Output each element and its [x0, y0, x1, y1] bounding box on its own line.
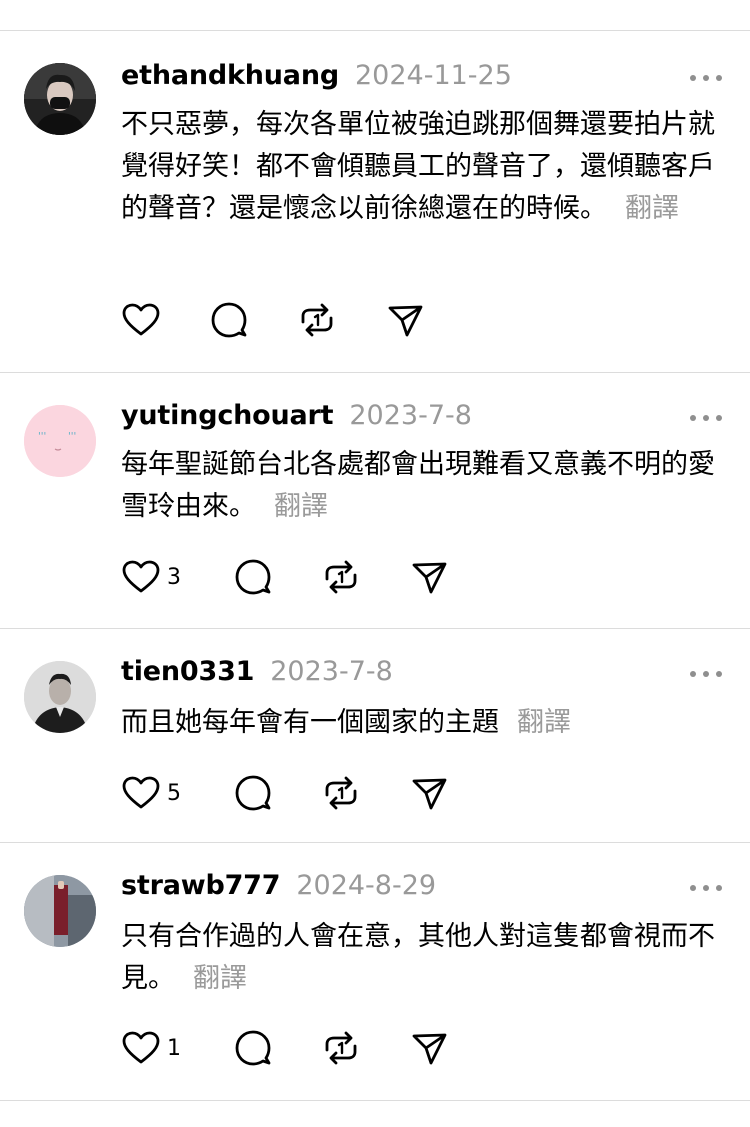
- post-header: yutingchouart 2023-7-8: [121, 400, 472, 440]
- send-icon: [388, 305, 423, 337]
- avatar-image: [24, 875, 96, 947]
- comment-icon: [235, 1030, 271, 1066]
- comment-post: strawb777 2024-8-29 只有合作過的人會在意，其他人對這隻都會視…: [0, 842, 750, 1100]
- reply-button[interactable]: [233, 555, 321, 599]
- comment-post: ethandkhuang 2024-11-25 不只惡夢，每次各單位被強迫跳那個…: [0, 30, 750, 372]
- svg-text:''': ''': [38, 431, 46, 442]
- username[interactable]: strawb777: [121, 870, 281, 901]
- avatar[interactable]: [24, 661, 96, 733]
- repost-button[interactable]: [321, 771, 409, 815]
- repost-button[interactable]: [297, 298, 385, 342]
- post-text-content: 而且她每年會有一個國家的主題: [121, 707, 499, 738]
- avatar[interactable]: [24, 63, 96, 135]
- post-text: 只有合作過的人會在意，其他人對這隻都會視而不見。 翻譯: [121, 916, 721, 1000]
- heart-icon: [122, 560, 160, 593]
- heart-icon: [122, 776, 160, 809]
- avatar-image: ''' ''': [24, 405, 96, 477]
- post-header: tien0331 2023-7-8: [121, 656, 393, 696]
- action-bar: 3: [121, 555, 469, 599]
- post-text: 每年聖誕節台北各處都會出現難看又意義不明的愛雪玲由來。 翻譯: [121, 444, 721, 528]
- more-icon[interactable]: [690, 68, 722, 88]
- share-button[interactable]: [385, 298, 445, 342]
- repost-button[interactable]: [321, 555, 409, 599]
- heart-icon: [122, 1031, 160, 1064]
- reply-button[interactable]: [233, 771, 321, 815]
- like-button[interactable]: 1: [121, 1026, 233, 1070]
- avatar[interactable]: ''' ''': [24, 405, 96, 477]
- post-header: ethandkhuang 2024-11-25: [121, 60, 512, 100]
- post-text-content: 每年聖誕節台北各處都會出現難看又意義不明的愛雪玲由來。: [121, 449, 715, 522]
- action-bar: 1: [121, 1026, 469, 1070]
- username[interactable]: ethandkhuang: [121, 60, 339, 91]
- post-text: 不只惡夢，每次各單位被強迫跳那個舞還要拍片就覺得好笑！都不會傾聽員工的聲音了，還…: [121, 104, 721, 230]
- heart-icon: [122, 303, 160, 336]
- more-icon[interactable]: [690, 408, 722, 428]
- translate-link[interactable]: 翻譯: [274, 491, 328, 522]
- translate-link[interactable]: 翻譯: [517, 707, 571, 738]
- post-date: 2024-11-25: [354, 60, 512, 91]
- comment-post: tien0331 2023-7-8 而且她每年會有一個國家的主題 翻譯 5: [0, 628, 750, 842]
- post-date: 2023-7-8: [349, 400, 472, 431]
- like-count: 3: [167, 564, 181, 590]
- like-button[interactable]: [121, 298, 209, 342]
- like-count: 5: [167, 780, 181, 806]
- post-date: 2024-8-29: [296, 870, 437, 901]
- avatar-image: [24, 63, 96, 135]
- post-divider: [0, 1100, 750, 1101]
- send-icon: [412, 562, 447, 594]
- reply-button[interactable]: [233, 1026, 321, 1070]
- share-button[interactable]: [409, 555, 469, 599]
- like-button[interactable]: 3: [121, 555, 233, 599]
- translate-link[interactable]: 翻譯: [625, 193, 679, 224]
- comment-icon: [235, 775, 271, 811]
- comment-icon: [211, 302, 247, 338]
- post-text: 而且她每年會有一個國家的主題 翻譯: [121, 702, 721, 744]
- repost-icon: [325, 1031, 357, 1065]
- username[interactable]: yutingchouart: [121, 400, 334, 431]
- comment-icon: [235, 559, 271, 595]
- share-button[interactable]: [409, 1026, 469, 1070]
- reply-button[interactable]: [209, 298, 297, 342]
- comment-post: ''' ''' yutingchouart 2023-7-8 每年聖誕節台北各處…: [0, 372, 750, 628]
- avatar-image: [24, 661, 96, 733]
- send-icon: [412, 778, 447, 810]
- translate-link[interactable]: 翻譯: [193, 963, 247, 994]
- more-icon[interactable]: [690, 878, 722, 898]
- repost-button[interactable]: [321, 1026, 409, 1070]
- more-icon[interactable]: [690, 664, 722, 684]
- like-count: 1: [167, 1035, 181, 1061]
- action-bar: 5: [121, 771, 469, 815]
- like-button[interactable]: 5: [121, 771, 233, 815]
- action-bar: [121, 298, 445, 342]
- repost-icon: [325, 560, 357, 594]
- post-header: strawb777 2024-8-29: [121, 870, 436, 910]
- post-date: 2023-7-8: [270, 656, 393, 687]
- repost-icon: [325, 776, 357, 810]
- avatar[interactable]: [24, 875, 96, 947]
- send-icon: [412, 1033, 447, 1065]
- share-button[interactable]: [409, 771, 469, 815]
- username[interactable]: tien0331: [121, 656, 254, 687]
- svg-text:''': ''': [68, 431, 76, 442]
- repost-icon: [301, 303, 333, 337]
